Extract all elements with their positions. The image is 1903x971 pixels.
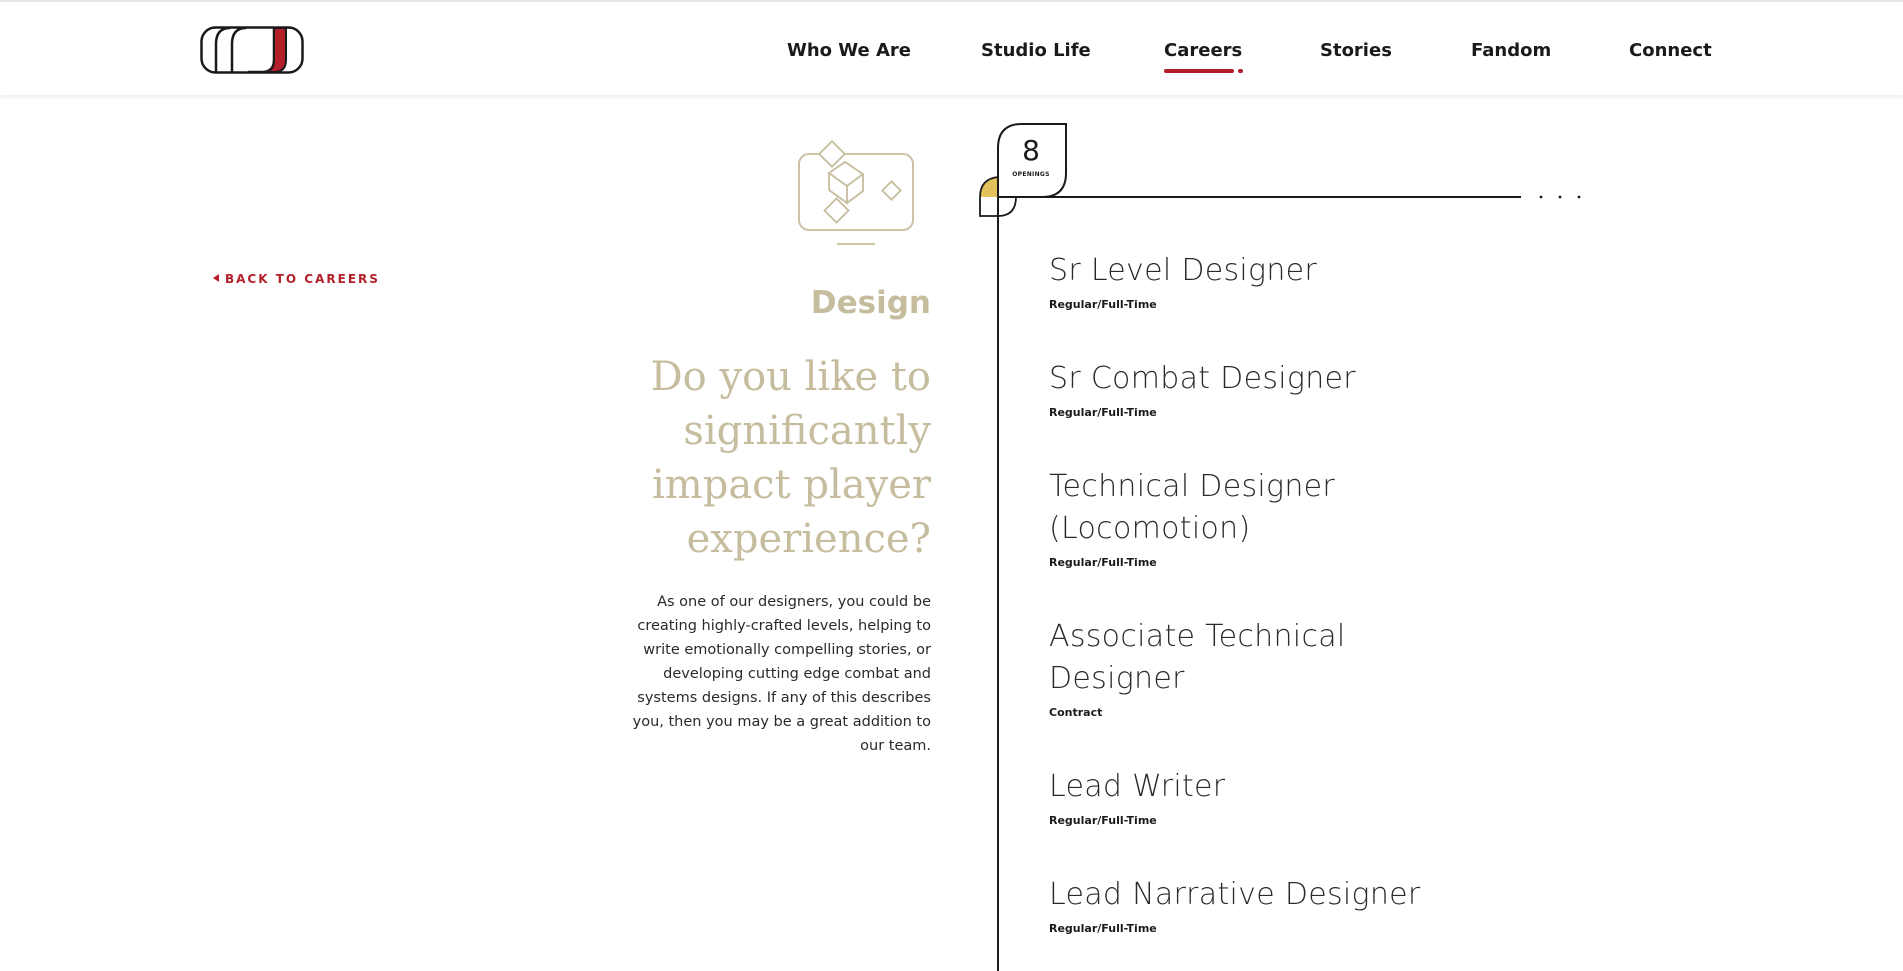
job-item[interactable]: Associate Technical Designer Contract (1049, 616, 1429, 719)
job-type: Regular/Full-Time (1049, 298, 1157, 311)
back-to-careers-link[interactable]: BACK TO CAREERS (213, 272, 380, 286)
active-nav-underline (1164, 69, 1234, 73)
department-title: Design (810, 285, 931, 321)
job-title[interactable]: Sr Combat Designer (1049, 358, 1429, 400)
design-monitor-icon (798, 140, 914, 245)
job-type: Regular/Full-Time (1049, 406, 1157, 419)
department-description: As one of our designers, you could be cr… (632, 594, 931, 754)
job-title[interactable]: Lead Writer (1049, 766, 1429, 808)
job-title[interactable]: Sr Level Designer (1049, 250, 1429, 292)
job-item[interactable]: Sr Level Designer Regular/Full-Time (1049, 250, 1429, 311)
job-type: Regular/Full-Time (1049, 556, 1157, 569)
job-type: Contract (1049, 706, 1103, 719)
nav-fandom[interactable]: Fandom (1471, 40, 1551, 61)
nav-studio-life[interactable]: Studio Life (981, 40, 1091, 61)
job-title[interactable]: Technical Designer (Locomotion) (1049, 466, 1349, 550)
job-type: Regular/Full-Time (1049, 922, 1157, 935)
studio-logo[interactable] (200, 26, 304, 74)
openings-label: OPENINGS (1012, 171, 1050, 178)
job-title[interactable]: Associate Technical Designer (1049, 616, 1349, 700)
back-arrow-icon (213, 274, 219, 282)
job-type: Regular/Full-Time (1049, 814, 1157, 827)
job-item[interactable]: Technical Designer (Locomotion) Regular/… (1049, 466, 1429, 569)
nav-careers[interactable]: Careers (1164, 40, 1242, 61)
back-link-label: BACK TO CAREERS (225, 272, 380, 286)
job-item[interactable]: Lead Narrative Designer Regular/Full-Tim… (1049, 874, 1429, 935)
site-header: Who We Are Studio Life Careers Stories F… (0, 0, 1903, 95)
openings-count: 8 (1022, 134, 1040, 167)
job-title[interactable]: Lead Narrative Designer (1049, 874, 1429, 916)
nav-connect[interactable]: Connect (1629, 40, 1712, 61)
nav-who-we-are[interactable]: Who We Are (787, 40, 911, 61)
active-nav-dot (1238, 69, 1243, 73)
job-item[interactable]: Sr Combat Designer Regular/Full-Time (1049, 358, 1429, 419)
department-heading: Do you like to significantly impact play… (650, 354, 931, 562)
job-item[interactable]: Lead Writer Regular/Full-Time (1049, 766, 1429, 827)
nav-stories[interactable]: Stories (1320, 40, 1392, 61)
